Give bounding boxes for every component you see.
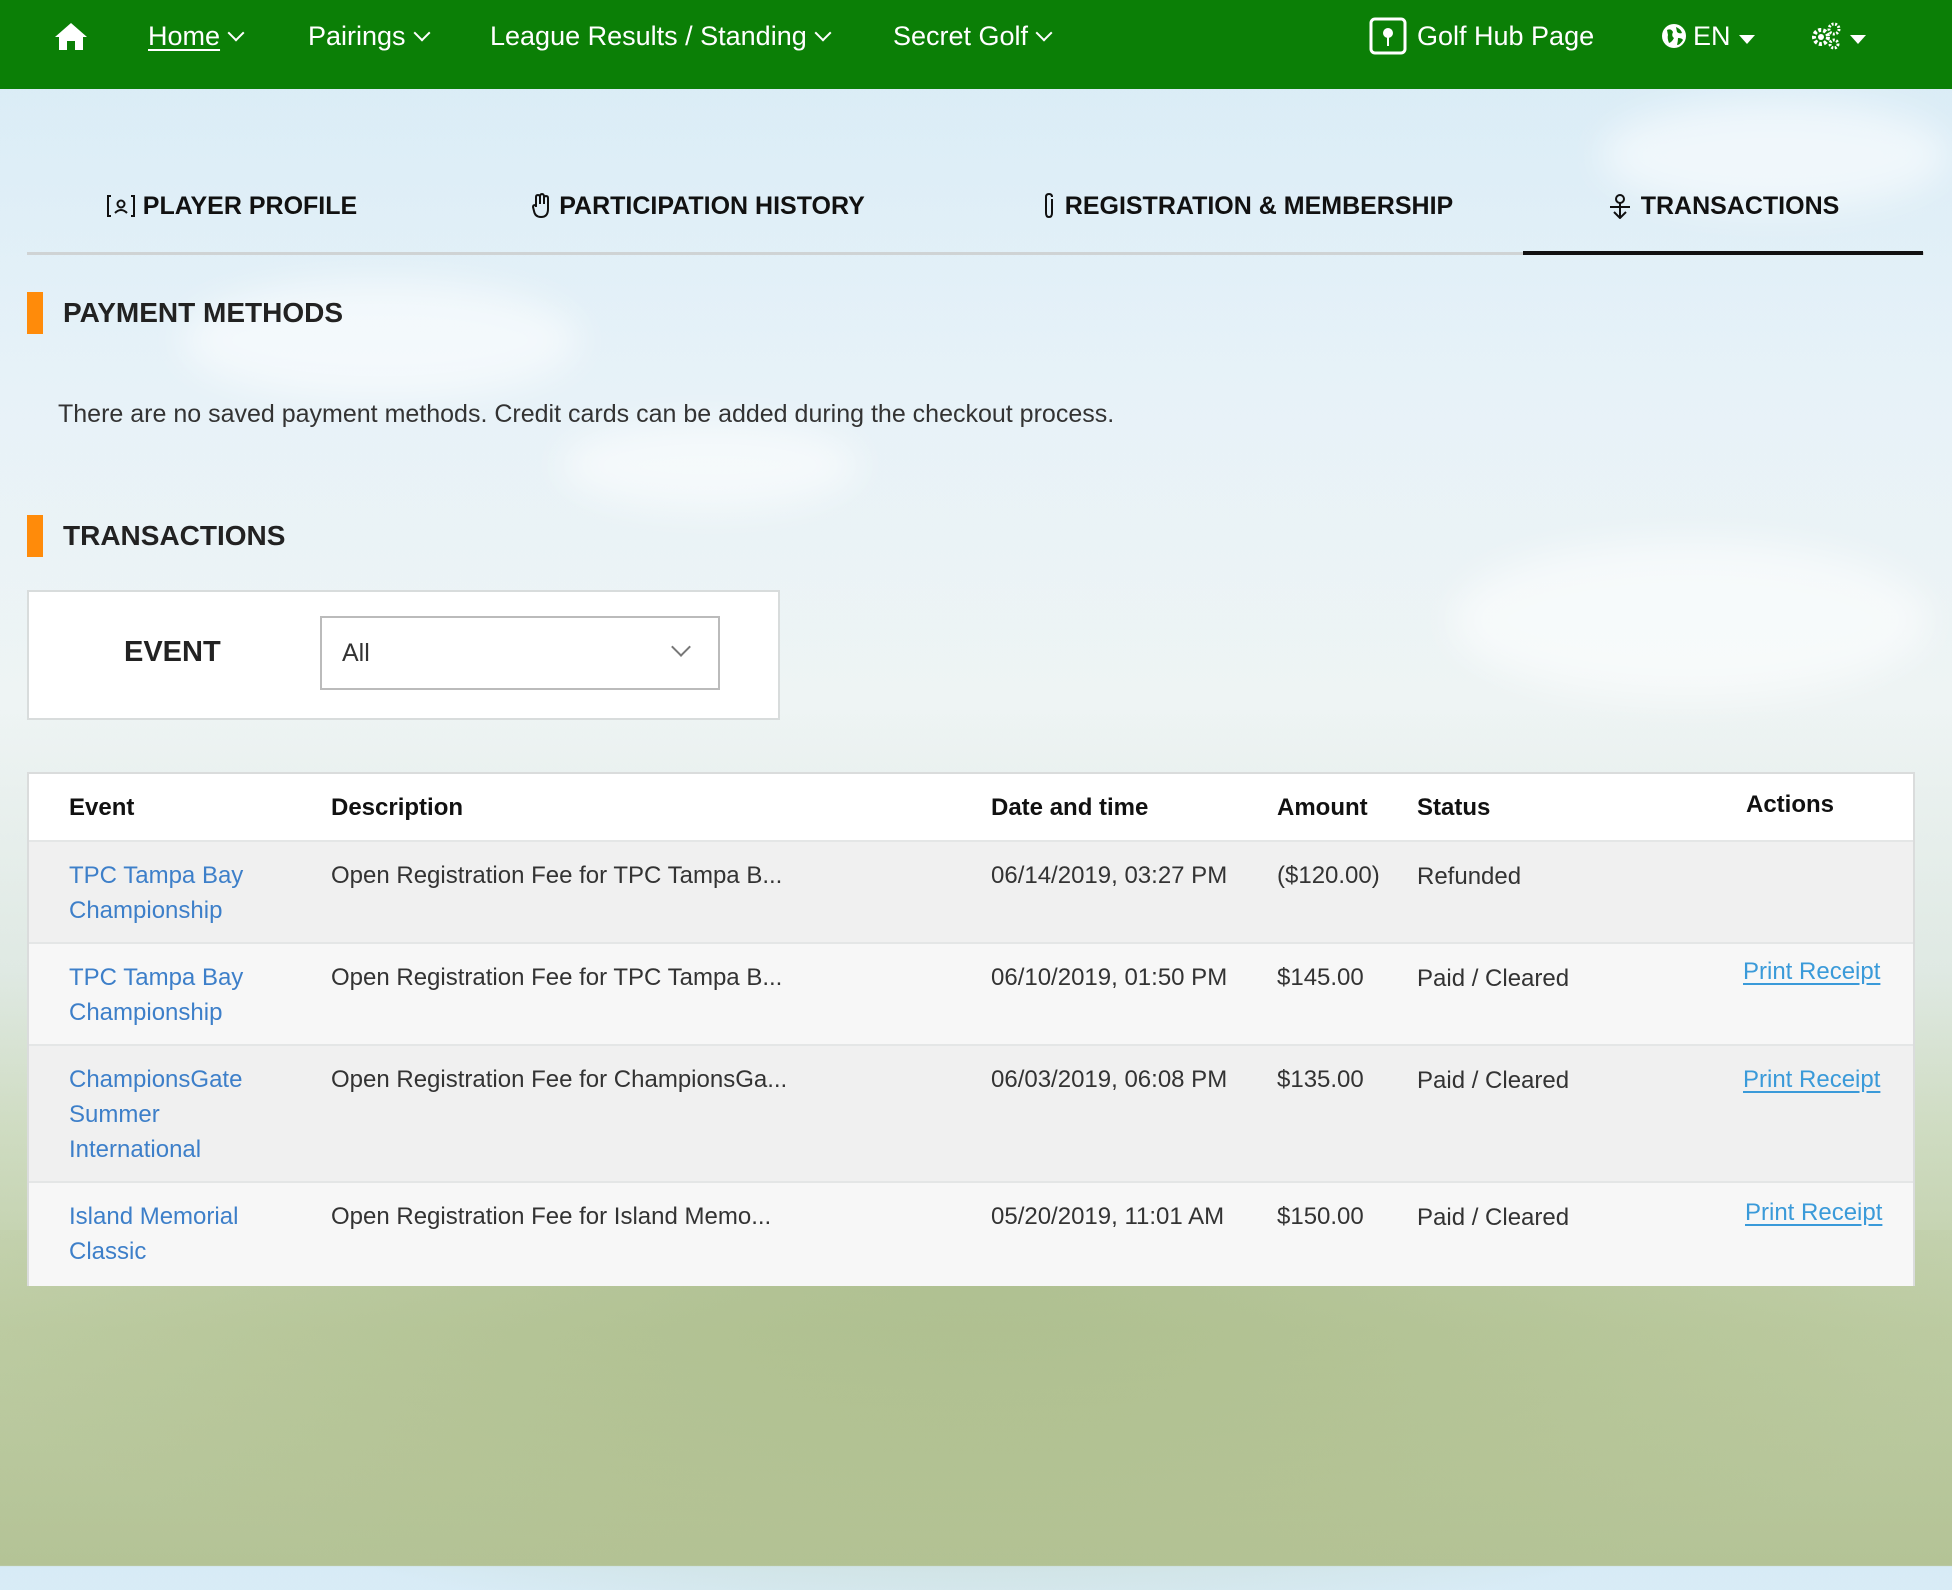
- golf-hub-icon: [1369, 17, 1407, 55]
- chevron-down-icon: [814, 24, 832, 42]
- date-cell: 06/10/2019, 01:50 PM: [991, 964, 1228, 991]
- event-select[interactable]: All: [320, 616, 720, 690]
- description-cell: Open Registration Fee for Island Memo...: [331, 1203, 772, 1230]
- amount-cell: $135.00: [1277, 1066, 1364, 1093]
- tab-label: PLAYER PROFILE: [142, 191, 358, 220]
- nav-league-label: League Results / Standing: [490, 20, 807, 51]
- user-frame-icon: [106, 195, 135, 217]
- print-receipt-link[interactable]: Print Receipt: [1745, 1199, 1882, 1227]
- description-cell: Open Registration Fee for TPC Tampa B...: [331, 964, 783, 991]
- event-link[interactable]: Island Memorial Classic: [69, 1199, 238, 1269]
- amount-cell: ($120.00): [1277, 862, 1380, 889]
- tab-participation-history[interactable]: PARTICIPATION HISTORY: [493, 160, 903, 252]
- tab-registration-membership[interactable]: REGISTRATION & MEMBERSHIP: [1017, 160, 1477, 252]
- table-row: ChampionsGate Summer International Open …: [29, 1044, 1913, 1183]
- column-header-description[interactable]: Description: [331, 794, 463, 822]
- background-cloud: [560, 420, 860, 510]
- column-header-status[interactable]: Status: [1417, 794, 1490, 822]
- tab-label: PARTICIPATION HISTORY: [559, 191, 865, 220]
- gear-icon: [1812, 22, 1841, 50]
- column-header-amount[interactable]: Amount: [1277, 794, 1368, 822]
- nav-secret-golf[interactable]: Secret Golf: [893, 0, 1053, 72]
- chevron-down-icon: [413, 24, 431, 42]
- transaction-icon: [1609, 194, 1630, 219]
- column-header-date[interactable]: Date and time: [991, 794, 1148, 822]
- event-link-line: ChampionsGate: [69, 1066, 243, 1093]
- date-cell: 05/20/2019, 11:01 AM: [991, 1203, 1225, 1230]
- globe-icon: [1662, 24, 1686, 48]
- event-filter-label: EVENT: [124, 636, 221, 668]
- golf-hub-link[interactable]: Golf Hub Page: [1369, 0, 1594, 72]
- tab-label: TRANSACTIONS: [1640, 191, 1840, 220]
- event-link-line: TPC Tampa Bay: [69, 964, 244, 991]
- nav-pairings[interactable]: Pairings: [308, 0, 431, 72]
- tab-label: REGISTRATION & MEMBERSHIP: [1064, 191, 1454, 220]
- payment-methods-note: There are no saved payment methods. Cred…: [58, 400, 1115, 428]
- event-link[interactable]: ChampionsGate Summer International: [69, 1062, 242, 1167]
- nav-home-label: Home: [148, 20, 221, 51]
- event-filter: EVENT All: [27, 590, 780, 720]
- heading-accent: [27, 515, 43, 557]
- nav-secret-label: Secret Golf: [893, 20, 1029, 51]
- event-link-line: International: [69, 1136, 202, 1163]
- chevron-down-icon: [1035, 24, 1053, 42]
- event-link[interactable]: TPC Tampa Bay Championship: [69, 858, 243, 928]
- background-cloud: [1450, 540, 1930, 700]
- caret-down-icon: [1738, 34, 1755, 44]
- paperclip-icon: [1044, 192, 1053, 219]
- date-cell: 06/14/2019, 03:27 PM: [991, 862, 1228, 889]
- nav-league-results[interactable]: League Results / Standing: [490, 0, 832, 72]
- home-icon[interactable]: [54, 0, 88, 72]
- chevron-down-icon: [227, 24, 245, 42]
- golf-hub-label: Golf Hub Page: [1417, 20, 1595, 51]
- table-header: Event Description Date and time Amount S…: [29, 774, 1913, 840]
- event-link-line: Summer: [69, 1101, 160, 1128]
- event-link-line: TPC Tampa Bay: [69, 862, 244, 889]
- language-selector[interactable]: EN: [1661, 0, 1755, 72]
- event-link-line: Classic: [69, 1238, 147, 1265]
- description-cell: Open Registration Fee for ChampionsGa...: [331, 1066, 788, 1093]
- amount-cell: $150.00: [1277, 1203, 1364, 1230]
- print-receipt-link[interactable]: Print Receipt: [1743, 958, 1880, 986]
- tab-transactions[interactable]: TRANSACTIONS: [1523, 160, 1923, 255]
- event-select-value: All: [342, 639, 370, 667]
- nav-home[interactable]: Home: [148, 0, 245, 72]
- table-row: Island Memorial Classic Open Registratio…: [29, 1181, 1913, 1286]
- payment-methods-heading: PAYMENT METHODS: [27, 292, 343, 334]
- transactions-heading: TRANSACTIONS: [27, 515, 285, 557]
- profile-tabs: PLAYER PROFILE PARTICIPATION HISTORY REG…: [27, 160, 1924, 255]
- status-cell: Paid / Cleared: [1417, 965, 1570, 992]
- hand-icon: [532, 193, 550, 219]
- column-header-event[interactable]: Event: [69, 794, 134, 822]
- event-link-line: Championship: [69, 897, 223, 924]
- transactions-table: Event Description Date and time Amount S…: [27, 772, 1915, 1286]
- language-label: EN: [1693, 20, 1731, 51]
- chevron-down-icon: [671, 637, 691, 657]
- table-row: TPC Tampa Bay Championship Open Registra…: [29, 840, 1913, 944]
- top-navigation: Home Pairings League Results / Standing …: [0, 0, 1952, 89]
- status-cell: Paid / Cleared: [1417, 1067, 1570, 1094]
- heading-accent: [27, 292, 43, 334]
- nav-pairings-label: Pairings: [308, 20, 406, 51]
- status-cell: Paid / Cleared: [1417, 1204, 1570, 1231]
- table-row: TPC Tampa Bay Championship Open Registra…: [29, 942, 1913, 1046]
- heading-text: PAYMENT METHODS: [63, 297, 344, 328]
- column-header-actions: Actions: [1746, 791, 1835, 818]
- event-link[interactable]: TPC Tampa Bay Championship: [69, 960, 243, 1030]
- tab-player-profile[interactable]: PLAYER PROFILE: [27, 160, 437, 252]
- status-cell: Refunded: [1417, 863, 1522, 890]
- settings-menu[interactable]: [1810, 0, 1866, 72]
- amount-cell: $145.00: [1277, 964, 1364, 991]
- print-receipt-link[interactable]: Print Receipt: [1743, 1066, 1880, 1094]
- heading-text: TRANSACTIONS: [63, 520, 286, 551]
- event-link-line: Island Memorial: [69, 1203, 239, 1230]
- event-link-line: Championship: [69, 999, 223, 1026]
- description-cell: Open Registration Fee for TPC Tampa B...: [331, 862, 783, 889]
- date-cell: 06/03/2019, 06:08 PM: [991, 1066, 1228, 1093]
- caret-down-icon: [1850, 34, 1866, 44]
